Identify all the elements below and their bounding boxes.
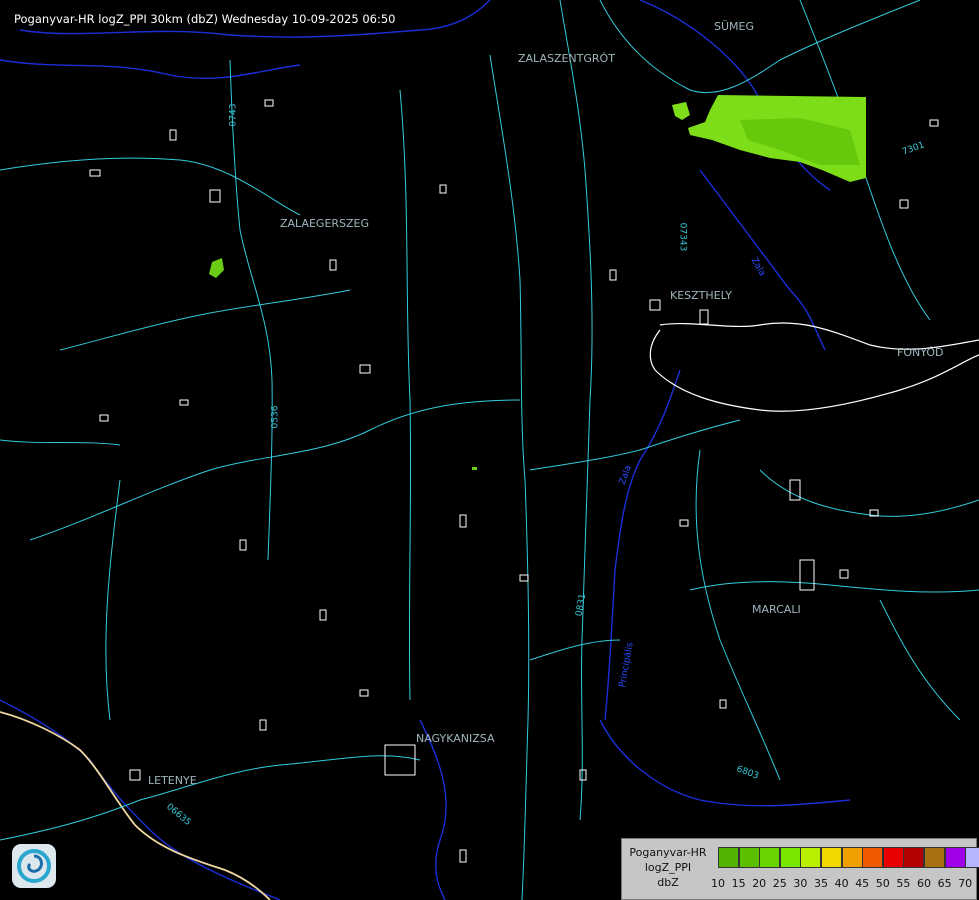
city-label-keszthely: KESZTHELY <box>670 289 733 302</box>
legend-swatch <box>738 847 760 868</box>
swirl-logo-icon <box>17 849 51 883</box>
legend-swatch <box>882 847 904 868</box>
echo-small-northwest <box>672 102 690 120</box>
road-label: 0536 <box>270 405 281 429</box>
echo-speck <box>472 467 477 470</box>
echo-small-zalaegerszeg <box>209 258 224 278</box>
legend-swatch <box>841 847 863 868</box>
legend-swatch <box>821 847 842 868</box>
city-label-sumeg: SÜMEG <box>714 20 754 33</box>
city-label-marcali: MARCALI <box>752 603 801 616</box>
legend-swatch <box>718 847 739 868</box>
legend-radar-name: Poganyvar-HR <box>629 846 707 859</box>
legend-labels: Poganyvar-HR logZ_PPI dbZ <box>622 845 714 890</box>
radar-echoes <box>209 95 866 470</box>
legend-swatch <box>965 847 979 868</box>
radar-logo <box>12 844 56 888</box>
map-title: Poganyvar-HR logZ_PPI 30km (dbZ) Wednesd… <box>14 12 396 26</box>
legend-swatch <box>779 847 801 868</box>
city-label-zalaszentgrot: ZALASZENTGRÓT <box>518 52 615 65</box>
legend-swatch <box>944 847 966 868</box>
legend-swatch <box>862 847 884 868</box>
city-label-letenye: LETENYE <box>148 774 197 787</box>
legend-swatch <box>800 847 822 868</box>
legend-swatch <box>759 847 781 868</box>
city-label-zalaegerszeg: ZALAEGERSZEG <box>280 217 370 230</box>
legend-swatch <box>924 847 945 868</box>
legend-product: logZ_PPI <box>644 861 692 874</box>
lake-shore <box>649 322 979 412</box>
radar-map <box>0 0 979 900</box>
dbz-legend: Poganyvar-HR logZ_PPI dbZ 10 15 20 25 30 35 40… <box>621 838 979 900</box>
city-label-fonyod: FONYÓD <box>897 346 944 359</box>
legend-tick-label: 70 <box>958 877 973 890</box>
city-label-nagykanizsa: NAGYKANIZSA <box>416 732 495 745</box>
legend-unit: dbZ <box>657 876 679 889</box>
road-label: 0743 <box>228 103 239 127</box>
road-label: 07343 <box>677 222 688 252</box>
legend-swatch <box>903 847 925 868</box>
